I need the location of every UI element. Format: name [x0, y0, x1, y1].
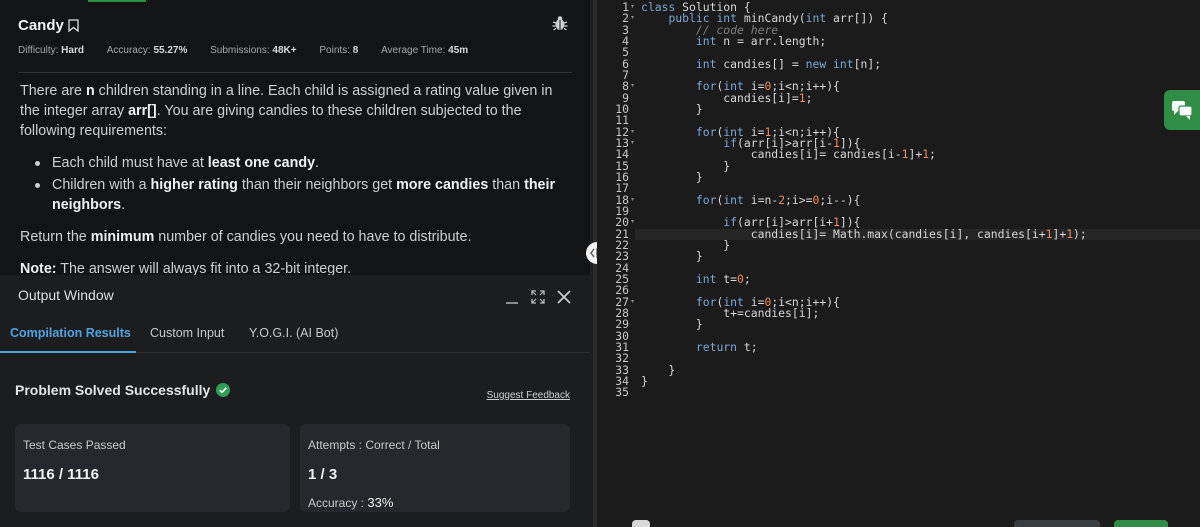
expand-icon[interactable] [530, 289, 546, 305]
code-line[interactable]: for(int i=n-2;i>=0;i--){ [641, 194, 861, 206]
divider-line [18, 72, 572, 73]
problem-statement: Candy Difficulty: Hard Accuracy: 55.27% … [0, 0, 590, 275]
attempts-label: Attempts : Correct / Total [308, 438, 440, 452]
check-circle-icon [216, 383, 231, 397]
meta-points: Points: 8 [319, 45, 359, 56]
meta-submissions: Submissions: 48K+ [210, 45, 297, 56]
meta-accuracy: Accuracy: 55.27% [106, 45, 188, 56]
fold-arrow-icon[interactable]: ▾ [631, 2, 634, 13]
description-paragraph: There are n children standing in a line.… [20, 83, 553, 139]
title-row: Candy [18, 14, 79, 36]
code-line[interactable]: } [641, 250, 703, 262]
editor-bottom-control[interactable] [632, 520, 650, 527]
code-line[interactable]: int candies[] = new int[n]; [641, 58, 881, 70]
code-line[interactable]: } [641, 375, 648, 387]
test-cases-card: Test Cases Passed 1116 / 1116 [15, 424, 290, 512]
fold-arrow-icon[interactable]: ▾ [631, 81, 634, 92]
active-tab-indicator [88, 0, 146, 2]
problem-description: There are n children standing in a line.… [20, 81, 565, 275]
code-line[interactable]: return t; [641, 341, 758, 353]
code-line[interactable]: } [641, 171, 703, 183]
meta-difficulty: Difficulty: Hard [18, 45, 84, 56]
problem-meta: Difficulty: Hard Accuracy: 55.27% Submis… [18, 45, 488, 56]
code-line[interactable]: } [641, 103, 703, 115]
close-icon[interactable] [556, 289, 572, 305]
suggest-feedback-link[interactable]: Suggest Feedback [487, 390, 570, 401]
line-number: 35 [615, 385, 629, 400]
output-tabs: Compilation Results Custom Input Y.O.G.I… [0, 315, 590, 353]
note-paragraph: Note: The answer will always fit into a … [20, 261, 352, 275]
compile-run-button[interactable] [1014, 520, 1100, 527]
result-status: Problem Solved Successfully [15, 382, 231, 398]
fold-arrow-icon[interactable]: ▾ [631, 217, 634, 228]
submit-button[interactable] [1114, 520, 1168, 527]
fold-arrow-icon[interactable]: ▾ [631, 13, 634, 24]
output-window-title: Output Window [18, 287, 114, 303]
fold-arrow-icon[interactable]: ▾ [631, 195, 634, 206]
requirements-list: Each child must have at least one candy.… [20, 153, 565, 215]
bookmark-icon[interactable] [68, 18, 79, 32]
list-item: Each child must have at least one candy. [20, 153, 565, 173]
status-text: Problem Solved Successfully [15, 382, 211, 398]
minimize-icon[interactable] [504, 289, 520, 305]
code-line[interactable]: int n = arr.length; [641, 35, 826, 47]
code-line[interactable]: int t=0; [641, 273, 751, 285]
attempts-value: 1 / 3 [308, 466, 338, 483]
report-bug-icon[interactable] [551, 14, 569, 32]
return-paragraph: Return the minimum number of candies you… [20, 229, 472, 245]
active-tab-underline [0, 351, 136, 353]
output-window: Output Window Compilation Results Custom… [0, 275, 590, 527]
problem-title: Candy [18, 16, 64, 34]
tab-compilation-results[interactable]: Compilation Results [10, 326, 131, 340]
attempts-card: Attempts : Correct / Total 1 / 3 Accurac… [300, 424, 570, 512]
output-window-controls [504, 289, 572, 305]
code-editor[interactable]: 1 ▾ 2 ▾ 3 4 5 6 7 8 ▾ 9 10 11 12 ▾ 13 ▾ 14 15 16 17 18 ▾ 19 20 ▾ 21… [597, 0, 1200, 527]
chat-icon [1172, 101, 1193, 120]
fold-arrow-icon[interactable]: ▾ [631, 127, 634, 138]
fold-arrow-icon[interactable]: ▾ [631, 138, 634, 149]
list-item: Children with a higher rating than their… [20, 175, 565, 215]
fold-arrow-icon[interactable]: ▾ [631, 297, 634, 308]
line-number-gutter: 1 ▾ 2 ▾ 3 4 5 6 7 8 ▾ 9 10 11 12 ▾ 13 ▾ 14 15 16 17 18 ▾ 19 20 ▾ 21… [597, 0, 635, 527]
accuracy-value: 33% [367, 495, 394, 510]
tab-yogi-ai-bot[interactable]: Y.O.G.I. (AI Bot) [249, 326, 338, 340]
tab-custom-input[interactable]: Custom Input [150, 326, 224, 340]
code-line[interactable]: } [641, 318, 703, 330]
chat-button[interactable] [1164, 90, 1200, 130]
meta-average-time: Average Time: 45m [381, 45, 469, 56]
accuracy-text: Accuracy : 33% [308, 495, 394, 510]
test-cases-label: Test Cases Passed [23, 438, 126, 452]
problem-pane: Candy Difficulty: Hard Accuracy: 55.27% … [0, 0, 590, 527]
test-cases-value: 1116 / 1116 [23, 466, 99, 483]
